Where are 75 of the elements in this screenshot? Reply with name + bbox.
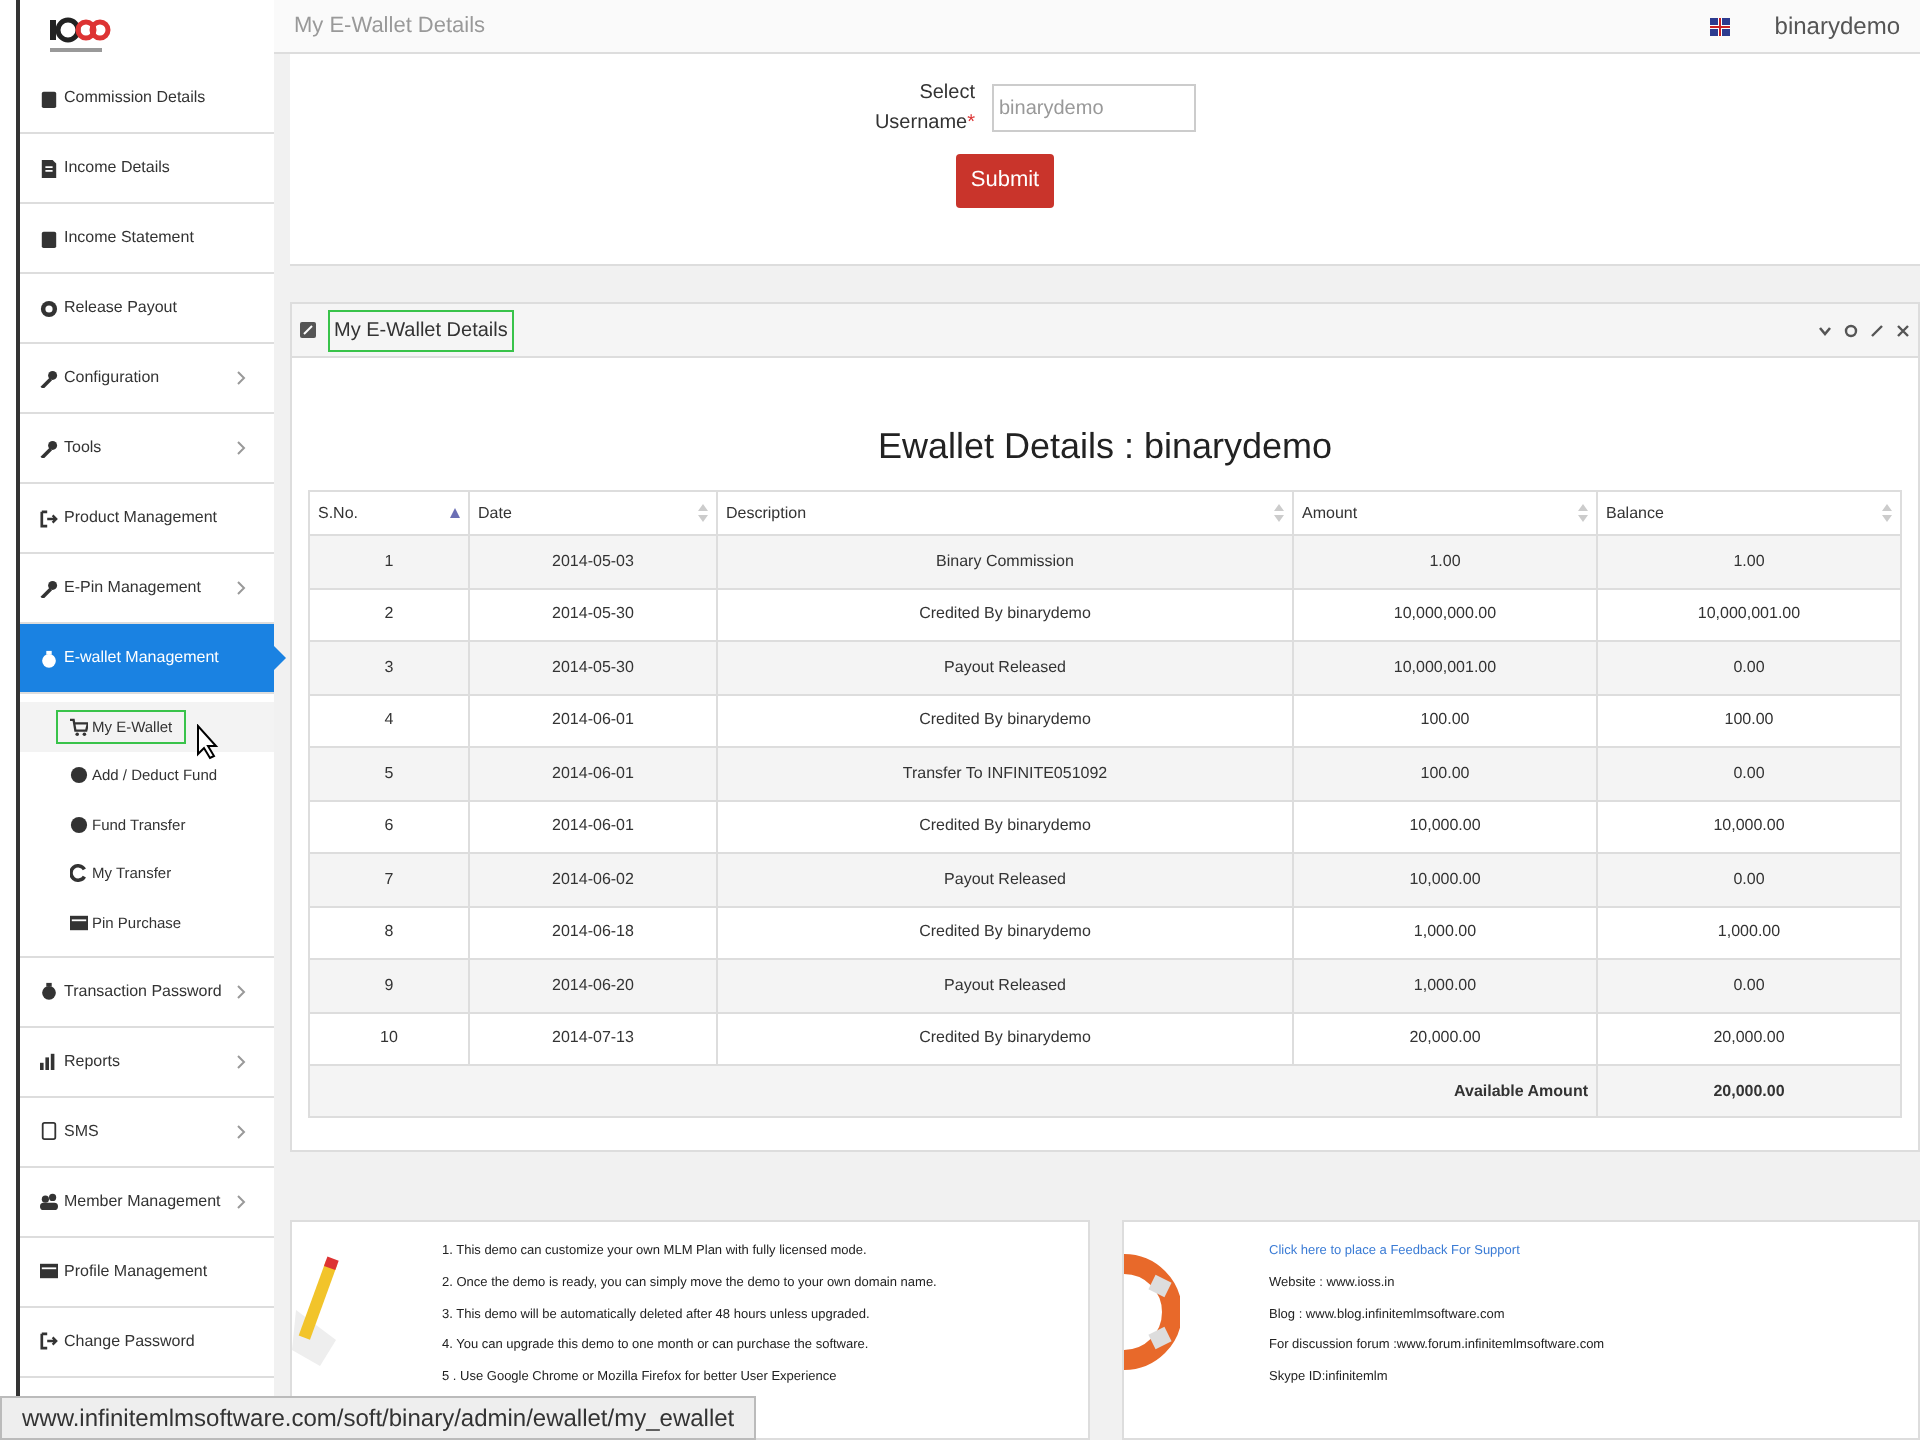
sidebar-item[interactable]: Member Management: [20, 1167, 274, 1237]
table-heading: Ewallet Details : binarydemo: [877, 424, 1333, 470]
sidebar-item[interactable]: Tools: [20, 414, 274, 484]
sidebar-item[interactable]: Change Password: [20, 1307, 274, 1377]
sidebar-item[interactable]: Transaction Password: [20, 957, 274, 1027]
column-header[interactable]: S.No.: [309, 491, 469, 535]
column-header[interactable]: Date: [469, 491, 717, 535]
table-cell: 0.00: [1597, 641, 1901, 694]
sidebar-item[interactable]: Income Statement: [20, 204, 274, 274]
coin-icon: [70, 766, 88, 785]
table-cell: Payout Released: [717, 641, 1293, 694]
total-label: Available Amount: [309, 1065, 1597, 1117]
table-cell: 1,000.00: [1293, 959, 1597, 1012]
sidebar-item[interactable]: Product Management: [20, 484, 274, 554]
card-icon: [70, 913, 88, 932]
table-cell: 100.00: [1293, 747, 1597, 800]
badge-icon: [40, 299, 58, 317]
table-cell: 2014-05-03: [469, 535, 717, 588]
table-cell: 1.00: [1293, 535, 1597, 588]
coin-icon: [70, 815, 88, 834]
edit-icon: [300, 322, 316, 338]
sidebar-item[interactable]: Configuration: [20, 344, 274, 414]
table-cell: 2014-05-30: [469, 641, 717, 694]
table-cell: Transfer To INFINITE051092: [717, 747, 1293, 800]
table-cell: 3: [309, 641, 469, 694]
breadcrumb: My E-Wallet Details: [294, 11, 486, 42]
table-cell: 1: [309, 535, 469, 588]
sidebar-item[interactable]: Reports: [20, 1027, 274, 1097]
column-header[interactable]: Balance: [1597, 491, 1901, 535]
sort-up-icon[interactable]: [450, 507, 460, 519]
money-bag-icon: [40, 982, 58, 1000]
table-cell: 10,000,001.00: [1293, 641, 1597, 694]
status-bar: www.infinitemlmsoftware.com/soft/binary/admin/ewallet/my_ewallet: [0, 1396, 757, 1440]
sidebar-item[interactable]: E-wallet Management: [20, 624, 274, 694]
table-cell: 1.00: [1597, 535, 1901, 588]
sidebar-item[interactable]: Income Details: [20, 134, 274, 204]
column-header[interactable]: Amount: [1293, 491, 1597, 535]
sign-in-icon: [40, 509, 58, 527]
table-cell: 2014-06-01: [469, 747, 717, 800]
card-icon: [40, 1262, 58, 1280]
table-cell: 5: [309, 747, 469, 800]
table-cell: 9: [309, 959, 469, 1012]
phone-icon: [40, 1122, 58, 1140]
sidebar-item[interactable]: Profile Management: [20, 1237, 274, 1307]
field-label: Select Username*: [872, 80, 975, 138]
user-menu[interactable]: binarydemo: [1774, 8, 1900, 44]
table-cell: 2014-06-20: [469, 959, 717, 1012]
table-cell: 0.00: [1597, 959, 1901, 1012]
money-bag-icon: [40, 649, 58, 667]
submit-button[interactable]: Submit: [956, 154, 1054, 208]
table-cell: 2014-06-02: [469, 853, 717, 906]
table-cell: Payout Released: [717, 853, 1293, 906]
wrench-icon: [40, 439, 58, 457]
sidebar-item[interactable]: SMS: [20, 1097, 274, 1167]
close-icon[interactable]: [1896, 323, 1910, 337]
collapse-icon[interactable]: [1818, 323, 1832, 337]
table-cell: Binary Commission: [717, 535, 1293, 588]
wrench-icon: [40, 579, 58, 597]
table-cell: 0.00: [1597, 853, 1901, 906]
sidebar-item[interactable]: Release Payout: [20, 274, 274, 344]
bar-chart-icon: [40, 1052, 58, 1070]
cart-icon: [70, 717, 88, 736]
sign-in-icon: [40, 1332, 58, 1350]
users-icon: [40, 1192, 58, 1210]
total-value: 20,000.00: [1597, 1065, 1901, 1117]
wrench-icon: [40, 369, 58, 387]
table-cell: Payout Released: [717, 959, 1293, 1012]
table-cell: 0.00: [1597, 747, 1901, 800]
panel-title: My E-Wallet Details: [328, 309, 514, 351]
table-cell: 7: [309, 853, 469, 906]
table-cell: 10,000.00: [1293, 853, 1597, 906]
column-header[interactable]: Description: [717, 491, 1293, 535]
document-icon: [40, 159, 58, 177]
flag-icon[interactable]: [1710, 17, 1731, 35]
sidebar-item[interactable]: Commission Details: [20, 64, 274, 134]
